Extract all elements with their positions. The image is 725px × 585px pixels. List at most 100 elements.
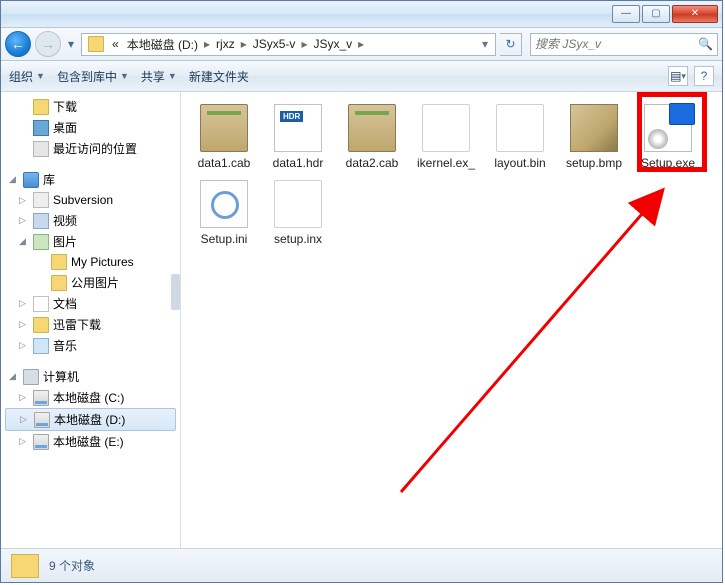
tree-mypictures[interactable]: My Pictures <box>1 252 180 272</box>
breadcrumb-item[interactable]: JSyx5-v <box>249 37 300 51</box>
breadcrumb: « 本地磁盘 (D:) ▸ rjxz ▸ JSyx5-v ▸ JSyx_v ▸ <box>108 36 477 53</box>
tree-drive-e[interactable]: ▷本地磁盘 (E:) <box>1 431 180 452</box>
chevron-right-icon[interactable]: ▸ <box>239 37 249 51</box>
search-input[interactable] <box>535 37 694 51</box>
drive-icon <box>34 412 50 428</box>
file-item[interactable]: data1.hdr <box>261 104 335 170</box>
breadcrumb-prefix[interactable]: « <box>108 37 123 51</box>
forward-button[interactable]: → <box>35 31 61 57</box>
expand-icon[interactable]: ▷ <box>19 436 26 447</box>
expand-icon[interactable]: ▷ <box>19 392 26 403</box>
status-text: 9 个对象 <box>49 557 95 574</box>
back-button[interactable]: ← <box>5 31 31 57</box>
close-button[interactable]: ✕ <box>672 5 718 23</box>
minimize-button[interactable]: — <box>612 5 640 23</box>
address-bar[interactable]: « 本地磁盘 (D:) ▸ rjxz ▸ JSyx5-v ▸ JSyx_v ▸ … <box>81 33 496 56</box>
file-item[interactable]: setup.inx <box>261 180 335 246</box>
music-icon <box>33 338 49 354</box>
file-item[interactable]: setup.bmp <box>557 104 631 170</box>
file-item[interactable]: data1.cab <box>187 104 261 170</box>
file-item[interactable]: layout.bin <box>483 104 557 170</box>
drive-icon <box>33 434 49 450</box>
view-button[interactable]: ▤▾ <box>668 66 688 86</box>
file-hdr-icon <box>274 104 322 152</box>
refresh-button[interactable]: ↻ <box>500 33 522 56</box>
library-icon <box>23 172 39 188</box>
expand-icon[interactable]: ▷ <box>19 215 26 226</box>
history-dropdown[interactable]: ▾ <box>65 32 77 56</box>
chevron-right-icon[interactable]: ▸ <box>299 37 309 51</box>
file-blank-icon <box>274 180 322 228</box>
file-blank-icon <box>422 104 470 152</box>
highlight-annotation <box>637 92 707 172</box>
collapse-icon[interactable]: ◢ <box>19 236 26 247</box>
chevron-down-icon: ▼ <box>120 71 129 81</box>
folder-icon <box>88 36 104 52</box>
documents-icon <box>33 296 49 312</box>
file-item[interactable]: ikernel.ex_ <box>409 104 483 170</box>
file-cab-icon <box>348 104 396 152</box>
file-label: data1.hdr <box>261 156 335 170</box>
file-item[interactable]: Setup.ini <box>187 180 261 246</box>
tree-documents[interactable]: ▷文档 <box>1 293 180 314</box>
expand-icon[interactable]: ▷ <box>20 414 27 425</box>
folder-icon <box>33 317 49 333</box>
tree-downloads[interactable]: 下载 <box>1 96 180 117</box>
file-item[interactable]: data2.cab <box>335 104 409 170</box>
titlebar[interactable]: — ▢ ✕ <box>1 1 722 28</box>
minimize-icon: — <box>621 9 631 19</box>
expand-icon[interactable]: ▷ <box>19 298 26 309</box>
file-label: layout.bin <box>483 156 557 170</box>
breadcrumb-item[interactable]: JSyx_v <box>309 37 356 51</box>
tree-drive-c[interactable]: ▷本地磁盘 (C:) <box>1 387 180 408</box>
view-icon: ▤ <box>670 69 681 83</box>
new-folder-button[interactable]: 新建文件夹 <box>189 68 249 85</box>
tree-computer[interactable]: ◢计算机 <box>1 366 180 387</box>
folder-icon <box>11 554 39 578</box>
refresh-icon: ↻ <box>505 37 515 51</box>
tree-recent[interactable]: 最近访问的位置 <box>1 138 180 159</box>
file-pane[interactable]: data1.cabdata1.hdrdata2.cabikernel.ex_la… <box>181 92 722 548</box>
chevron-right-icon[interactable]: ▸ <box>202 37 212 51</box>
organize-menu[interactable]: 组织 ▼ <box>9 68 45 85</box>
maximize-button[interactable]: ▢ <box>642 5 670 23</box>
breadcrumb-item[interactable]: 本地磁盘 (D:) <box>123 36 202 53</box>
tree-publicpics[interactable]: 公用图片 <box>1 272 180 293</box>
collapse-icon[interactable]: ◢ <box>9 371 16 382</box>
tree-pictures[interactable]: ◢图片 <box>1 231 180 252</box>
file-label: data2.cab <box>335 156 409 170</box>
pictures-icon <box>33 234 49 250</box>
collapse-icon[interactable]: ◢ <box>9 174 16 185</box>
drive-icon <box>33 390 49 406</box>
tree-music[interactable]: ▷音乐 <box>1 335 180 356</box>
include-in-library-menu[interactable]: 包含到库中 ▼ <box>57 68 129 85</box>
toolbar: 组织 ▼ 包含到库中 ▼ 共享 ▼ 新建文件夹 ▤▾ ? <box>1 61 722 92</box>
tree-drive-d[interactable]: ▷本地磁盘 (D:) <box>5 408 176 431</box>
expand-icon[interactable]: ▷ <box>19 195 26 206</box>
expand-icon[interactable]: ▷ <box>19 340 26 351</box>
chevron-down-icon: ▼ <box>168 71 177 81</box>
computer-icon <box>23 369 39 385</box>
expand-icon[interactable]: ▷ <box>19 319 26 330</box>
status-bar: 9 个对象 <box>1 548 722 582</box>
tree-thunder[interactable]: ▷迅雷下载 <box>1 314 180 335</box>
help-button[interactable]: ? <box>694 66 714 86</box>
video-icon <box>33 213 49 229</box>
file-label: setup.bmp <box>557 156 631 170</box>
file-label: ikernel.ex_ <box>409 156 483 170</box>
tree-libraries[interactable]: ◢库 <box>1 169 180 190</box>
tree-desktop[interactable]: 桌面 <box>1 117 180 138</box>
tree-subversion[interactable]: ▷Subversion <box>1 190 180 210</box>
folder-icon <box>51 254 67 270</box>
search-box[interactable]: 🔍 <box>530 33 718 56</box>
breadcrumb-item[interactable]: rjxz <box>212 37 239 51</box>
tree-video[interactable]: ▷视频 <box>1 210 180 231</box>
arrow-left-icon: ← <box>11 36 25 52</box>
file-label: Setup.ini <box>187 232 261 246</box>
share-menu[interactable]: 共享 ▼ <box>141 68 177 85</box>
nav-tree[interactable]: 下载 桌面 最近访问的位置 ◢库 ▷Subversion ▷视频 ◢图片 My … <box>1 92 181 548</box>
folder-icon <box>33 99 49 115</box>
chevron-right-icon[interactable]: ▸ <box>356 37 366 51</box>
search-icon[interactable]: 🔍 <box>698 37 713 51</box>
address-dropdown[interactable]: ▾ <box>477 37 493 51</box>
